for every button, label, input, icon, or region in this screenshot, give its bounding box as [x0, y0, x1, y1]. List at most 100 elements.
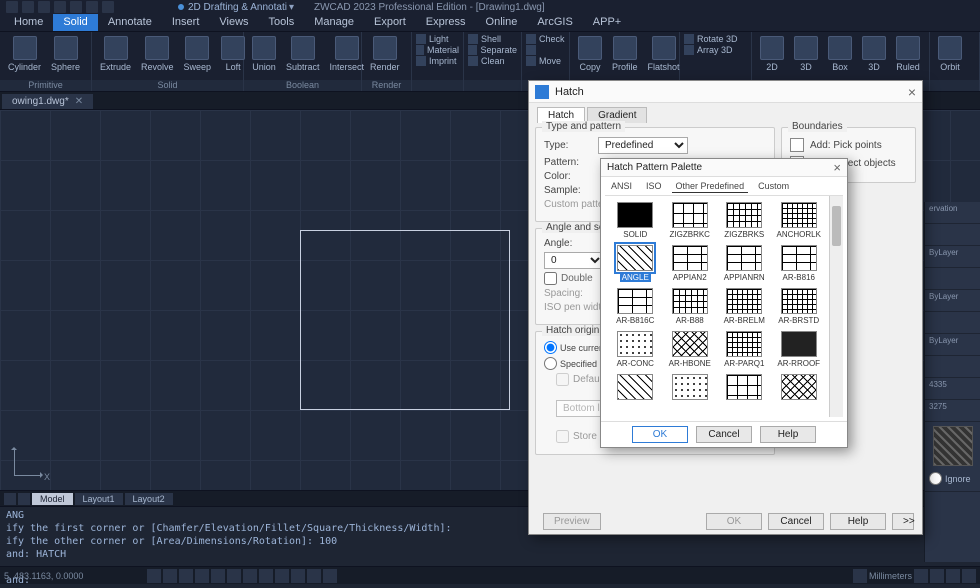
status-toggle-icon[interactable] [323, 569, 337, 583]
property-row[interactable]: 3275 [925, 400, 980, 422]
menu-home[interactable]: Home [4, 14, 53, 31]
ribbon-sweep-button[interactable]: Sweep [180, 34, 216, 74]
menu-annotate[interactable]: Annotate [98, 14, 162, 31]
property-row[interactable] [925, 224, 980, 246]
pattern-appianrn[interactable]: APPIANRN [720, 245, 769, 282]
ribbon-item-button[interactable] [526, 45, 565, 55]
ribbon-flatshot-button[interactable]: Flatshot [644, 34, 684, 74]
pattern-blank[interactable] [775, 374, 824, 402]
pattern-ar-rroof[interactable]: AR-RROOF [775, 331, 824, 368]
pattern-ar-hbone[interactable]: AR-HBONE [666, 331, 715, 368]
qa-icon[interactable] [102, 1, 114, 13]
ribbon-rotate-3d-button[interactable]: Rotate 3D [684, 34, 747, 44]
ribbon-2d-button[interactable]: 2D [756, 34, 788, 74]
pattern-ar-conc[interactable]: AR-CONC [611, 331, 660, 368]
property-row[interactable] [925, 312, 980, 334]
layout-tab-model[interactable]: Model [32, 493, 73, 505]
status-toggle-icon[interactable] [275, 569, 289, 583]
type-select[interactable]: Predefined [598, 137, 688, 154]
palette-tab-other-predefined[interactable]: Other Predefined [672, 180, 749, 193]
dialog-titlebar[interactable]: Hatch × [529, 81, 922, 103]
status-toggle-icon[interactable] [307, 569, 321, 583]
menu-online[interactable]: Online [476, 14, 528, 31]
ignore-radio[interactable] [929, 472, 942, 485]
cancel-button[interactable]: Cancel [696, 426, 752, 443]
ribbon-revolve-button[interactable]: Revolve [137, 34, 178, 74]
status-toggle-icon[interactable] [163, 569, 177, 583]
tab-nav-prev-icon[interactable] [18, 493, 30, 505]
double-checkbox[interactable] [544, 272, 557, 285]
quick-access-toolbar[interactable] [6, 1, 114, 13]
property-row[interactable] [925, 356, 980, 378]
pattern-ar-b88[interactable]: AR-B88 [666, 288, 715, 325]
qa-icon[interactable] [86, 1, 98, 13]
document-tab[interactable]: owing1.dwg* ✕ [2, 94, 93, 109]
close-icon[interactable]: × [833, 160, 841, 175]
ribbon-orbit-button[interactable]: Orbit [934, 34, 966, 74]
scrollbar[interactable] [829, 196, 843, 417]
qa-icon[interactable] [6, 1, 18, 13]
ribbon-sphere-button[interactable]: Sphere [47, 34, 84, 74]
pick-points-button[interactable]: Add: Pick points [790, 138, 907, 152]
qa-icon[interactable] [70, 1, 82, 13]
tab-nav-first-icon[interactable] [4, 493, 16, 505]
ok-button[interactable]: OK [632, 426, 688, 443]
ribbon-3d-button[interactable]: 3D [858, 34, 890, 74]
close-icon[interactable]: ✕ [75, 96, 83, 107]
status-toggle-icon[interactable] [946, 569, 960, 583]
status-toggle-icon[interactable] [962, 569, 976, 583]
ribbon-profile-button[interactable]: Profile [608, 34, 642, 74]
angle-select[interactable]: 0 [544, 252, 604, 269]
ribbon-box-button[interactable]: Box [824, 34, 856, 74]
ribbon-render-button[interactable]: Render [366, 34, 404, 74]
ribbon-imprint-button[interactable]: Imprint [416, 56, 459, 66]
expand-button[interactable]: >> [892, 513, 914, 530]
pattern-blank[interactable] [666, 374, 715, 402]
ribbon-cylinder-button[interactable]: Cylinder [4, 34, 45, 74]
pattern-ar-b816[interactable]: AR-B816 [775, 245, 824, 282]
status-toggle-icon[interactable] [195, 569, 209, 583]
status-toggle-icon[interactable] [853, 569, 867, 583]
ok-button[interactable]: OK [706, 513, 762, 530]
pattern-zigzbrkc[interactable]: ZIGZBRKC [666, 202, 715, 239]
menu-tools[interactable]: Tools [259, 14, 305, 31]
pattern-blank[interactable] [611, 374, 660, 402]
qa-icon[interactable] [54, 1, 66, 13]
menu-arcgis[interactable]: ArcGIS [527, 14, 582, 31]
menu-insert[interactable]: Insert [162, 14, 210, 31]
help-button[interactable]: Help [760, 426, 816, 443]
properties-panel[interactable]: ervationByLayerByLayerByLayer43353275 Ig… [924, 202, 980, 562]
ribbon-3d-button[interactable]: 3D [790, 34, 822, 74]
drawn-rectangle[interactable] [300, 230, 510, 410]
ribbon-light-button[interactable]: Light [416, 34, 459, 44]
ribbon-check-button[interactable]: Check [526, 34, 565, 44]
status-toggle-icon[interactable] [211, 569, 225, 583]
ribbon-subtract-button[interactable]: Subtract [282, 34, 324, 74]
hatch-pattern-palette-dialog[interactable]: Hatch Pattern Palette × ANSIISOOther Pre… [600, 158, 848, 448]
ribbon-copy-button[interactable]: Copy [574, 34, 606, 74]
use-current-radio[interactable] [544, 341, 557, 354]
ribbon-separate-button[interactable]: Separate [468, 45, 517, 55]
pattern-ar-brstd[interactable]: AR-BRSTD [775, 288, 824, 325]
qa-icon[interactable] [22, 1, 34, 13]
pattern-solid[interactable]: SOLID [611, 202, 660, 239]
status-toggle-icon[interactable] [147, 569, 161, 583]
pattern-ar-brelm[interactable]: AR-BRELM [720, 288, 769, 325]
ribbon-material-button[interactable]: Material [416, 45, 459, 55]
status-toggle-icon[interactable] [259, 569, 273, 583]
property-row[interactable]: ervation [925, 202, 980, 224]
pattern-appian2[interactable]: APPIAN2 [666, 245, 715, 282]
palette-tab-ansi[interactable]: ANSI [607, 180, 636, 193]
property-row[interactable]: ByLayer [925, 246, 980, 268]
help-button[interactable]: Help [830, 513, 886, 530]
layout-tab-layout2[interactable]: Layout2 [125, 493, 173, 505]
status-toggle-icon[interactable] [291, 569, 305, 583]
pattern-ar-b816c[interactable]: AR-B816C [611, 288, 660, 325]
qa-icon[interactable] [38, 1, 50, 13]
ribbon-array-3d-button[interactable]: Array 3D [684, 45, 747, 55]
ribbon-extrude-button[interactable]: Extrude [96, 34, 135, 74]
pattern-blank[interactable] [720, 374, 769, 402]
pattern-angle[interactable]: ANGLE [611, 245, 660, 282]
property-row[interactable]: 4335 [925, 378, 980, 400]
status-toggle-icon[interactable] [243, 569, 257, 583]
